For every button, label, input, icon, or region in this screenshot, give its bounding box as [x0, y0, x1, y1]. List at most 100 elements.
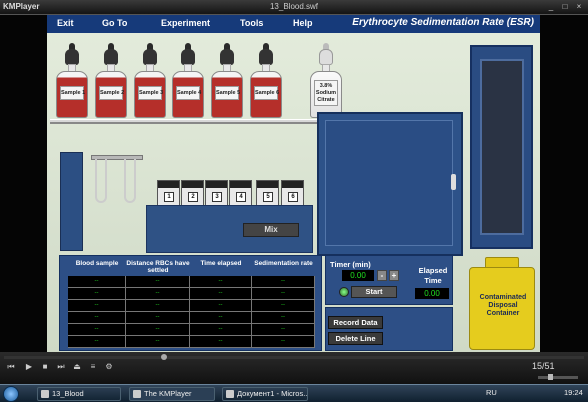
data-table: -- -- -- -- -- -- -- -- -- -- -- -- -- -- -- -- -- -- -- --…: [68, 276, 315, 348]
mixer-slot-6[interactable]: 6: [281, 180, 304, 206]
disposal-container[interactable]: Contaminated Disposal Container: [469, 257, 535, 350]
table-cell: --: [126, 300, 190, 312]
player-controls: ⏮ ▶ ■ ⏭ ⏏ ≡ ⚙ 15/51: [0, 352, 588, 384]
taskbar-item-blood[interactable]: 13_Blood: [37, 387, 121, 401]
test-tube-1[interactable]: [95, 159, 107, 203]
language-indicator[interactable]: RU: [486, 388, 497, 397]
mixer-slot-3[interactable]: 3: [205, 180, 228, 206]
seek-knob[interactable]: [160, 354, 167, 360]
start-orb-icon[interactable]: [3, 386, 19, 402]
timer-decrease-button[interactable]: -: [377, 270, 387, 281]
bottle-label: Sample 3: [138, 86, 163, 100]
test-tube-2[interactable]: [124, 159, 136, 203]
minimize-button[interactable]: _: [544, 2, 558, 12]
maximize-button[interactable]: □: [558, 2, 572, 12]
table-cell: --: [126, 312, 190, 324]
citrate-label: 3.8% Sodium Citrate: [314, 80, 338, 106]
previous-icon[interactable]: ⏮: [6, 362, 16, 372]
bottle-label: Sample 1: [60, 86, 85, 100]
table-cell: --: [68, 300, 126, 312]
mixer-slot-2[interactable]: 2: [181, 180, 204, 206]
playlist-icon[interactable]: ≡: [88, 362, 98, 372]
timer-display: 0.00: [342, 270, 374, 281]
sodium-citrate-bottle[interactable]: 3.8% Sodium Citrate: [308, 43, 344, 121]
sample-bottle-4[interactable]: Sample 4: [170, 43, 206, 121]
taskbar: 13_Blood The KMPlayer Документ1 - Micros…: [0, 384, 588, 402]
table-cell: --: [126, 288, 190, 300]
table-cell: --: [190, 312, 252, 324]
slot-number: 4: [236, 192, 246, 202]
table-cell: --: [252, 336, 315, 348]
menu-experiment[interactable]: Experiment: [161, 18, 210, 28]
table-cell: --: [190, 288, 252, 300]
col-header-time: Time elapsed: [200, 260, 242, 267]
table-cell: --: [68, 336, 126, 348]
volume-knob[interactable]: [548, 374, 553, 380]
volume-slider[interactable]: [538, 376, 578, 379]
mixer-slot-5[interactable]: 5: [256, 180, 279, 206]
bottle-shelf: [50, 119, 346, 124]
mix-button[interactable]: Mix: [243, 223, 299, 237]
table-cell: --: [68, 312, 126, 324]
position-readout: 15/51: [532, 361, 555, 371]
col-header-rate: Sedimentation rate: [254, 260, 313, 267]
mixer-slot-1[interactable]: 1: [157, 180, 180, 206]
sample-bottle-5[interactable]: Sample 5: [209, 43, 245, 121]
start-button[interactable]: Start: [351, 286, 397, 298]
timer-increase-button[interactable]: +: [389, 270, 399, 281]
table-cell: --: [252, 288, 315, 300]
timer-label: Timer (min): [330, 260, 371, 269]
mixer-slot-4[interactable]: 4: [229, 180, 252, 206]
menu-exit[interactable]: Exit: [57, 18, 74, 28]
door-handle[interactable]: [451, 174, 456, 190]
delete-line-button[interactable]: Delete Line: [328, 332, 383, 345]
table-cell: --: [190, 300, 252, 312]
table-cell: --: [252, 312, 315, 324]
taskbar-item-document[interactable]: Документ1 - Micros...: [222, 387, 308, 401]
record-data-button[interactable]: Record Data: [328, 316, 383, 329]
bottle-label: Sample 4: [176, 86, 201, 100]
next-icon[interactable]: ⏭: [56, 362, 66, 372]
disposal-label: Contaminated Disposal Container: [479, 294, 527, 317]
folder-icon: [41, 390, 49, 398]
menu-tools[interactable]: Tools: [240, 18, 263, 28]
document-icon: [226, 390, 234, 398]
sample-bottle-2[interactable]: Sample 2: [93, 43, 129, 121]
table-cell: --: [252, 276, 315, 288]
simulation-title: Erythrocyte Sedimentation Rate (ESR): [352, 17, 534, 28]
settings-icon[interactable]: ⚙: [104, 362, 114, 372]
table-cell: --: [68, 288, 126, 300]
title-bar: KMPlayer 13_Blood.swf _ □ ×: [0, 0, 588, 15]
sample-bottle-1[interactable]: Sample 1: [54, 43, 90, 121]
close-button[interactable]: ×: [572, 2, 586, 12]
seek-bar[interactable]: [4, 356, 584, 359]
sample-bottle-6[interactable]: Sample 6: [248, 43, 284, 121]
col-header-distance: Distance RBCs have settled: [126, 260, 190, 274]
incubator-door[interactable]: [325, 120, 453, 246]
table-cell: --: [126, 324, 190, 336]
table-cell: --: [68, 276, 126, 288]
refrigerator-door[interactable]: [480, 59, 524, 235]
mixer-unit: Mix: [146, 205, 313, 253]
eject-icon[interactable]: ⏏: [72, 362, 82, 372]
simulation-stage: Exit Go To Experiment Tools Help Erythro…: [47, 15, 540, 352]
play-icon[interactable]: ▶: [24, 362, 34, 372]
clock: 19:24: [564, 388, 583, 397]
table-cell: --: [190, 324, 252, 336]
start-indicator-icon: [339, 287, 349, 297]
taskbar-item-kmplayer[interactable]: The KMPlayer: [129, 387, 215, 401]
bottle-label: Sample 6: [254, 86, 279, 100]
menu-help[interactable]: Help: [293, 18, 313, 28]
refrigerator: [470, 45, 533, 249]
sample-bottle-3[interactable]: Sample 3: [132, 43, 168, 121]
window-title: 13_Blood.swf: [269, 2, 319, 11]
slot-number: 1: [164, 192, 174, 202]
table-cell: --: [126, 276, 190, 288]
col-header-blood-sample: Blood sample: [75, 260, 119, 267]
bottle-label: Sample 5: [215, 86, 240, 100]
table-cell: --: [252, 324, 315, 336]
slot-number: 2: [188, 192, 198, 202]
stop-icon[interactable]: ■: [40, 362, 50, 372]
table-cell: --: [190, 276, 252, 288]
menu-go-to[interactable]: Go To: [102, 18, 127, 28]
